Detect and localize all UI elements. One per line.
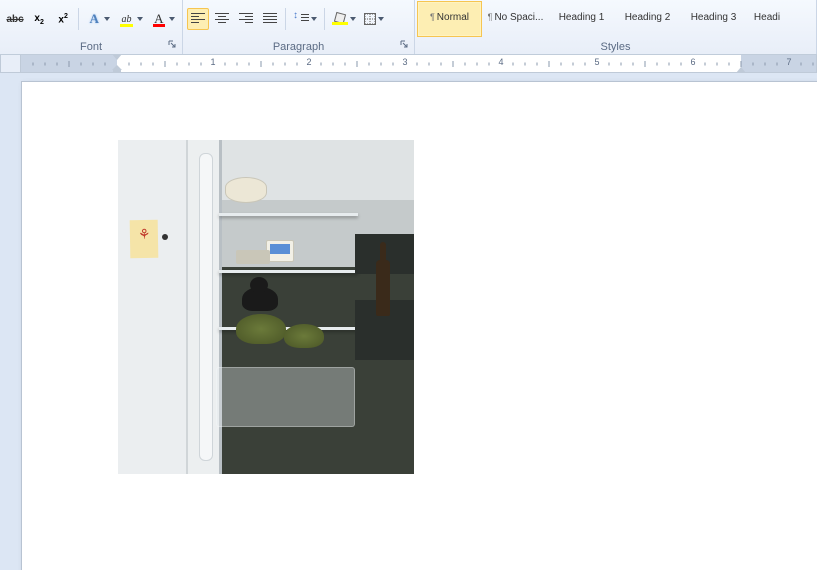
align-justify-icon (263, 13, 277, 25)
align-center-button[interactable] (211, 8, 233, 30)
ruler-number: 2 (306, 57, 311, 67)
subscript-button[interactable]: x2 (28, 8, 50, 30)
ribbon: abc x2 x2 A ab (0, 0, 817, 55)
ruler-number: 3 (402, 57, 407, 67)
style-name: Headi (754, 12, 780, 23)
style-item-heading-1[interactable]: Heading 1 (549, 1, 614, 37)
borders-button[interactable] (361, 8, 387, 30)
separator (324, 8, 325, 30)
chevron-down-icon (169, 17, 175, 21)
style-item-heading-3[interactable]: Heading 3 (681, 1, 746, 37)
font-color-icon: A (151, 10, 167, 28)
line-spacing-button[interactable]: ↕ (290, 8, 320, 30)
ruler-number: 5 (594, 57, 599, 67)
dialog-launcher-icon (168, 40, 176, 48)
subscript-icon: x2 (34, 13, 43, 26)
superscript-icon: x2 (58, 13, 67, 25)
style-name: Normal (437, 12, 469, 23)
shading-button[interactable] (329, 8, 359, 30)
style-item-heading-2[interactable]: Heading 2 (615, 1, 680, 37)
document-page[interactable] (21, 81, 817, 570)
style-name: No Spaci... (494, 12, 543, 23)
pilcrow-icon: ¶ (488, 12, 493, 22)
pilcrow-icon: ¶ (430, 12, 435, 22)
font-color-button[interactable]: A (148, 8, 178, 30)
paragraph-group-content: ↕ (183, 0, 414, 38)
align-left-button[interactable] (187, 8, 209, 30)
style-item-heading-4[interactable]: Headi (747, 1, 787, 37)
font-dialog-launcher[interactable] (165, 37, 179, 51)
align-right-icon (239, 13, 253, 25)
first-line-indent-marker[interactable] (112, 55, 122, 60)
borders-icon (364, 13, 376, 25)
align-left-icon (191, 13, 205, 25)
ribbon-group-font: abc x2 x2 A ab (0, 0, 183, 54)
hanging-indent-marker[interactable] (112, 65, 122, 73)
chevron-down-icon (104, 17, 110, 21)
chevron-down-icon (350, 17, 356, 21)
font-group-label: Font (0, 41, 182, 53)
paint-bucket-icon (332, 12, 348, 26)
style-name: Heading 2 (625, 12, 671, 23)
ruler-corner (0, 55, 21, 73)
align-right-button[interactable] (235, 8, 257, 30)
inserted-image[interactable] (118, 140, 414, 474)
highlight-icon: ab (118, 10, 134, 28)
superscript-button[interactable]: x2 (52, 8, 74, 30)
chevron-down-icon (137, 17, 143, 21)
ruler-number: 4 (498, 57, 503, 67)
styles-gallery[interactable]: ¶Normal ¶No Spaci... Heading 1 Heading 2… (415, 0, 816, 38)
separator (285, 8, 286, 30)
paragraph-group-label: Paragraph (183, 41, 414, 53)
font-group-content: abc x2 x2 A ab (0, 0, 182, 38)
align-center-icon (215, 13, 229, 25)
chevron-down-icon (378, 17, 384, 21)
paragraph-dialog-launcher[interactable] (397, 37, 411, 51)
style-name: Heading 3 (691, 12, 737, 23)
text-effects-button[interactable]: A (83, 8, 113, 30)
styles-group-label: Styles (415, 41, 816, 53)
strikethrough-button[interactable]: abc (4, 8, 26, 30)
document-viewport[interactable] (0, 73, 817, 570)
ribbon-group-paragraph: ↕ Paragraph (183, 0, 415, 54)
strikethrough-icon: abc (6, 14, 23, 25)
highlight-color-button[interactable]: ab (115, 8, 145, 30)
align-justify-button[interactable] (259, 8, 281, 30)
style-name: Heading 1 (559, 12, 605, 23)
ruler-row: 1 2 3 4 5 6 7 (0, 55, 817, 73)
style-item-no-spacing[interactable]: ¶No Spaci... (483, 1, 548, 37)
dialog-launcher-icon (400, 40, 408, 48)
horizontal-ruler[interactable]: 1 2 3 4 5 6 7 (21, 55, 817, 73)
ruler-ticks: 1 2 3 4 5 6 7 (21, 55, 816, 72)
ruler-number: 6 (690, 57, 695, 67)
chevron-down-icon (311, 17, 317, 21)
separator (78, 8, 79, 30)
line-spacing-icon: ↕ (293, 12, 309, 26)
ribbon-group-styles: ¶Normal ¶No Spaci... Heading 1 Heading 2… (415, 0, 817, 54)
ruler-number: 7 (786, 57, 791, 67)
ruler-number: 1 (210, 57, 215, 67)
style-item-normal[interactable]: ¶Normal (417, 1, 482, 37)
image-illustration-fridge (118, 140, 414, 474)
text-effects-icon: A (86, 10, 102, 28)
